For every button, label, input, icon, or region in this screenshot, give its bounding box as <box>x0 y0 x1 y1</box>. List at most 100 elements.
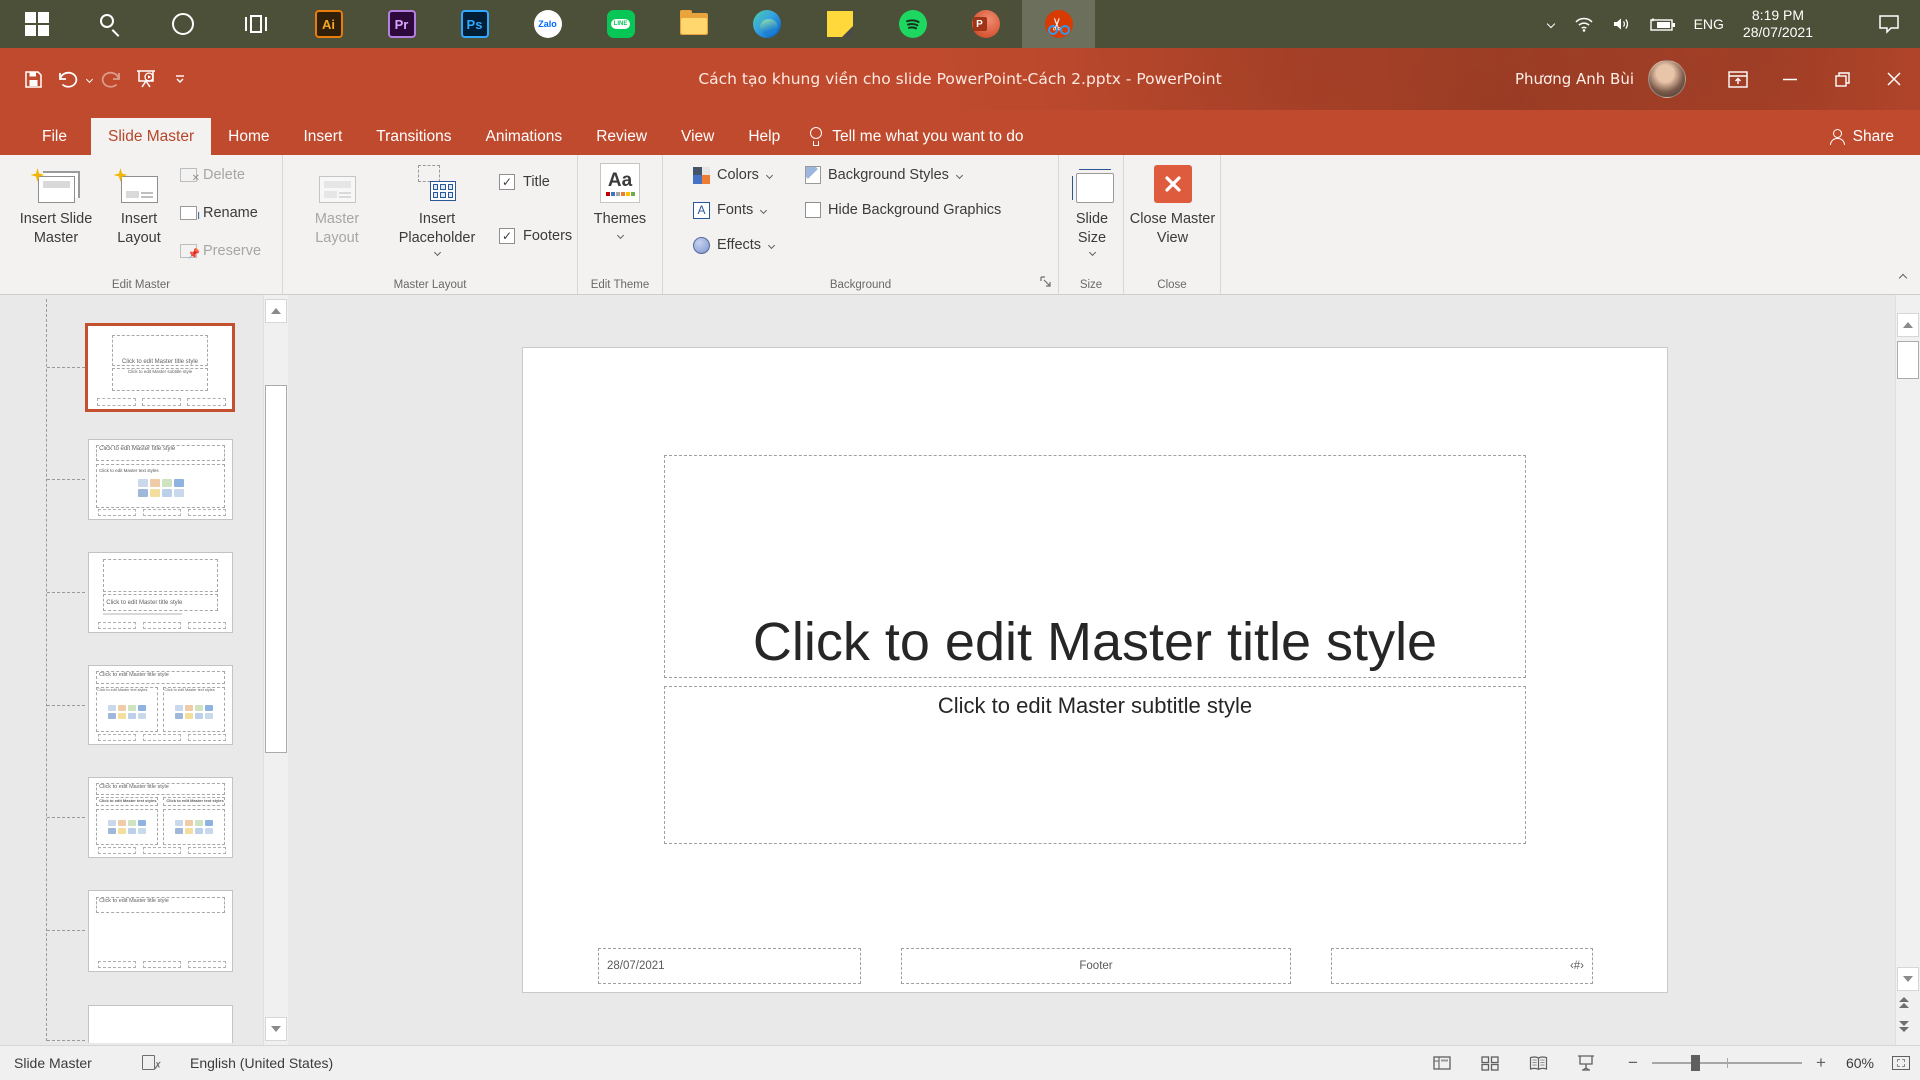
thumbnail-slide-master[interactable]: Click to edit Master title style Click t… <box>88 439 233 520</box>
canvas-scrollbar[interactable] <box>1895 295 1920 1045</box>
scroll-down-button[interactable] <box>1897 967 1919 991</box>
tab-insert[interactable]: Insert <box>287 118 360 155</box>
zoom-out-button[interactable]: − <box>1624 1053 1642 1073</box>
tab-file[interactable]: File <box>18 118 91 155</box>
normal-view-button[interactable] <box>1418 1046 1466 1080</box>
ribbon-display-options-button[interactable] <box>1712 48 1764 110</box>
taskbar-snipping-tool[interactable]: ✂ <box>1022 0 1095 48</box>
tab-transitions[interactable]: Transitions <box>359 118 468 155</box>
zoom-slider[interactable] <box>1652 1055 1802 1071</box>
previous-slide-button[interactable] <box>1899 997 1909 1008</box>
effects-dropdown[interactable]: Effects <box>693 233 775 257</box>
tray-volume[interactable] <box>1603 0 1641 48</box>
thumbnail-title-slide-layout-selected[interactable]: Click to edit Master title style Click t… <box>85 323 235 412</box>
hierarchy-connector <box>47 479 85 480</box>
scrollbar-thumb[interactable] <box>1897 341 1919 379</box>
spell-check-icon[interactable]: ✗ <box>142 1055 162 1072</box>
rename-button[interactable]: I Rename <box>180 201 258 225</box>
start-from-beginning-button[interactable] <box>131 64 161 94</box>
collapse-ribbon-button[interactable] <box>1899 268 1908 286</box>
preserve-button-disabled[interactable]: 📌 Preserve <box>180 239 261 263</box>
thumbnail-panel-scrollbar[interactable] <box>263 295 288 1045</box>
account-name[interactable]: Phương Anh Bùi <box>1515 70 1634 88</box>
tray-language[interactable]: ENG <box>1685 0 1733 48</box>
zoom-percentage[interactable]: 60% <box>1836 1055 1884 1071</box>
fit-slide-to-window-button[interactable] <box>1892 1056 1910 1070</box>
tray-clock[interactable]: 8:19 PM 28/07/2021 <box>1733 7 1823 41</box>
reading-view-button[interactable] <box>1514 1046 1562 1080</box>
tray-network[interactable] <box>1565 0 1603 48</box>
tab-review[interactable]: Review <box>579 118 664 155</box>
tab-slide-master[interactable]: Slide Master <box>90 118 212 155</box>
scroll-down-button[interactable] <box>265 1017 287 1041</box>
taskbar-photoshop[interactable]: Ps <box>438 0 511 48</box>
slide-sorter-view-button[interactable] <box>1466 1046 1514 1080</box>
minimize-button[interactable] <box>1764 48 1816 110</box>
hide-background-graphics-row[interactable]: Hide Background Graphics <box>805 198 1001 222</box>
taskbar-premiere[interactable]: Pr <box>365 0 438 48</box>
footers-checkbox-row[interactable]: ✓ Footers <box>499 225 572 247</box>
delete-button-disabled[interactable]: ✕ Delete <box>180 163 245 187</box>
taskbar-line[interactable]: LINE <box>584 0 657 48</box>
slide-show-button[interactable] <box>1562 1046 1610 1080</box>
undo-button[interactable] <box>52 64 82 94</box>
tab-view[interactable]: View <box>664 118 731 155</box>
next-slide-button[interactable] <box>1899 1021 1909 1032</box>
restore-button[interactable] <box>1816 48 1868 110</box>
taskbar-zalo[interactable]: Zalo <box>511 0 584 48</box>
scroll-up-button[interactable] <box>265 299 287 323</box>
thumbnail-title-only-layout[interactable]: Click to edit Master title style <box>88 890 233 972</box>
tab-animations[interactable]: Animations <box>469 118 580 155</box>
taskbar-illustrator[interactable]: Ai <box>292 0 365 48</box>
account-avatar[interactable] <box>1648 60 1686 98</box>
title-placeholder[interactable]: Click to edit Master title style <box>664 455 1526 678</box>
colors-dropdown[interactable]: Colors <box>693 163 773 187</box>
tab-home[interactable]: Home <box>211 118 286 155</box>
zoom-slider-thumb[interactable] <box>1691 1055 1700 1071</box>
close-master-view-button[interactable]: Close Master View <box>1125 159 1220 248</box>
thumbnail-layout-3[interactable]: Click to edit Master title style <box>88 552 233 633</box>
tab-help[interactable]: Help <box>731 118 797 155</box>
insert-placeholder-button[interactable]: Insert Placeholder <box>383 159 491 256</box>
share-button[interactable]: Share <box>1829 118 1894 155</box>
slide-number-placeholder[interactable]: ‹#› <box>1331 948 1593 984</box>
tell-me-box[interactable]: Tell me what you want to do <box>809 118 1024 155</box>
master-layout-button-disabled[interactable]: Master Layout <box>297 159 377 248</box>
taskbar-edge[interactable] <box>730 0 803 48</box>
date-placeholder[interactable]: 28/07/2021 <box>598 948 861 984</box>
close-button[interactable] <box>1868 48 1920 110</box>
undo-dropdown-chevron[interactable] <box>86 76 93 83</box>
redo-button-disabled[interactable] <box>97 64 127 94</box>
status-language[interactable]: English (United States) <box>190 1055 333 1071</box>
taskbar-spotify[interactable] <box>876 0 949 48</box>
background-dialog-launcher[interactable] <box>1040 276 1053 289</box>
fonts-dropdown[interactable]: A Fonts <box>693 198 767 222</box>
scroll-up-button[interactable] <box>1897 313 1919 337</box>
customize-qat-button[interactable] <box>165 64 195 94</box>
save-button[interactable] <box>18 64 48 94</box>
tray-battery[interactable] <box>1641 0 1685 48</box>
taskbar-file-explorer[interactable] <box>657 0 730 48</box>
footer-placeholder[interactable]: Footer <box>901 948 1291 984</box>
themes-button[interactable]: Aa Themes <box>590 159 650 239</box>
taskbar-search[interactable] <box>73 0 146 48</box>
start-button[interactable] <box>0 0 73 48</box>
slide-size-button[interactable]: Slide Size <box>1062 159 1122 256</box>
action-center-button[interactable] <box>1869 0 1920 48</box>
taskbar-powerpoint[interactable]: P <box>949 0 1022 48</box>
insert-layout-button[interactable]: Insert Layout <box>106 159 172 248</box>
insert-slide-master-button[interactable]: Insert Slide Master <box>10 159 102 248</box>
thumbnail-two-content-layout[interactable]: Click to edit Master title style Click t… <box>88 665 233 745</box>
scrollbar-thumb[interactable] <box>265 385 287 753</box>
thumbnail-comparison-layout[interactable]: Click to edit Master title style Click t… <box>88 777 233 858</box>
background-styles-dropdown[interactable]: Background Styles <box>805 163 963 187</box>
tray-overflow-chevron[interactable] <box>1538 0 1565 48</box>
subtitle-placeholder[interactable]: Click to edit Master subtitle style <box>664 686 1526 844</box>
zoom-in-button[interactable]: + <box>1812 1053 1830 1073</box>
slide-master-editing-surface[interactable]: Click to edit Master title style Click t… <box>522 347 1668 993</box>
taskbar-cortana[interactable] <box>146 0 219 48</box>
title-checkbox-row[interactable]: ✓ Title <box>499 171 550 193</box>
thumbnail-blank-layout[interactable] <box>88 1005 233 1043</box>
taskbar-sticky-notes[interactable] <box>803 0 876 48</box>
taskbar-task-view[interactable] <box>219 0 292 48</box>
